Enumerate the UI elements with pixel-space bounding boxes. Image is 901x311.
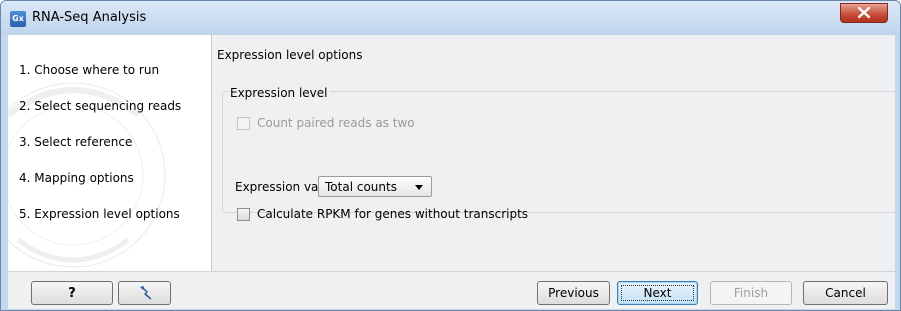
focus-ring (621, 285, 694, 301)
step-select-reference: 3. Select reference (19, 135, 133, 149)
window-title: RNA-Seq Analysis (32, 10, 147, 25)
rna-seq-analysis-window: Gx RNA-Seq Analysis 1. Choose where to r… (0, 0, 901, 311)
step-select-sequencing-reads: 2. Select sequencing reads (19, 99, 182, 113)
reset-button[interactable] (118, 281, 171, 305)
step-choose-where-to-run: 1. Choose where to run (19, 63, 160, 77)
watermark-logo (8, 82, 166, 268)
reset-arrow-icon (140, 286, 152, 300)
expression-options-panel: Expression level options Expression leve… (212, 35, 896, 271)
expression-value-selected: Total counts (325, 180, 397, 194)
close-button[interactable] (840, 3, 888, 23)
expression-value-select[interactable]: Total counts (318, 176, 432, 197)
title-bar: Gx RNA-Seq Analysis (1, 1, 900, 35)
calculate-rpkm-checkbox[interactable] (237, 208, 250, 221)
count-paired-reads-label: Count paired reads as two (257, 116, 415, 130)
wizard-footer: ? Previous Next Finish Cancel (8, 271, 895, 309)
calculate-rpkm-label: Calculate RPKM for genes without transcr… (257, 207, 529, 221)
previous-button[interactable]: Previous (537, 281, 610, 305)
wizard-steps-panel: 1. Choose where to run 2. Select sequenc… (8, 35, 212, 271)
app-logo-icon: Gx (10, 11, 26, 27)
close-icon (858, 7, 870, 18)
finish-button[interactable]: Finish (710, 281, 792, 305)
next-button[interactable]: Next (617, 281, 698, 305)
help-button[interactable]: ? (31, 281, 113, 305)
cancel-button[interactable]: Cancel (803, 281, 888, 305)
count-paired-reads-checkbox[interactable] (237, 117, 250, 130)
help-icon: ? (68, 286, 76, 301)
chevron-down-icon (415, 185, 423, 190)
step-expression-level-options: 5. Expression level options (19, 207, 180, 221)
step-mapping-options: 4. Mapping options (19, 171, 134, 185)
panel-title: Expression level options (217, 48, 363, 62)
dialog-client-area: 1. Choose where to run 2. Select sequenc… (8, 35, 896, 309)
group-title: Expression level (228, 86, 330, 100)
